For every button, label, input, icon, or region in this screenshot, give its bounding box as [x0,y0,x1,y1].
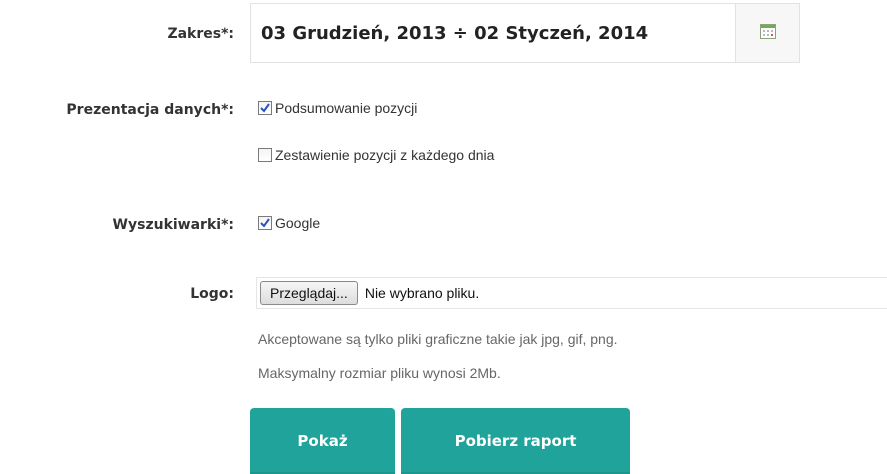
date-range-field[interactable]: 03 Grudzień, 2013 ÷ 02 Styczeń, 2014 [250,3,800,63]
browse-button[interactable]: Przeglądaj... [260,281,358,305]
option-summary[interactable]: Podsumowanie pozycji [258,100,417,116]
calendar-icon [759,23,776,43]
summary-checkbox[interactable] [258,101,272,115]
date-range-value: 03 Grudzień, 2013 ÷ 02 Styczeń, 2014 [261,23,649,44]
daily-checkbox[interactable] [258,148,272,162]
search-engines-label: Wyszukiwarki*: [112,217,234,233]
show-button[interactable]: Pokaż [250,408,395,474]
daily-label: Zestawienie pozycji z każdego dnia [275,147,495,163]
option-daily[interactable]: Zestawienie pozycji z każdego dnia [258,147,494,163]
google-checkbox[interactable] [258,216,272,230]
logo-label: Logo: [190,286,234,302]
option-google[interactable]: Google [258,215,320,231]
google-label: Google [275,215,321,231]
hint-size: Maksymalny rozmiar pliku wynosi 2Mb. [258,365,501,381]
download-report-button[interactable]: Pobierz raport [401,408,630,474]
file-status: Nie wybrano pliku. [364,285,480,301]
calendar-button[interactable] [735,4,799,62]
hint-formats: Akceptowane są tylko pliki graficzne tak… [258,331,618,347]
presentation-label: Prezentacja danych*: [66,102,234,118]
checkmark-icon [260,218,270,228]
logo-file-input[interactable]: Przeglądaj... Nie wybrano pliku. [256,277,887,309]
summary-label: Podsumowanie pozycji [275,100,418,116]
range-label: Zakres*: [167,26,234,42]
checkmark-icon [260,103,270,113]
